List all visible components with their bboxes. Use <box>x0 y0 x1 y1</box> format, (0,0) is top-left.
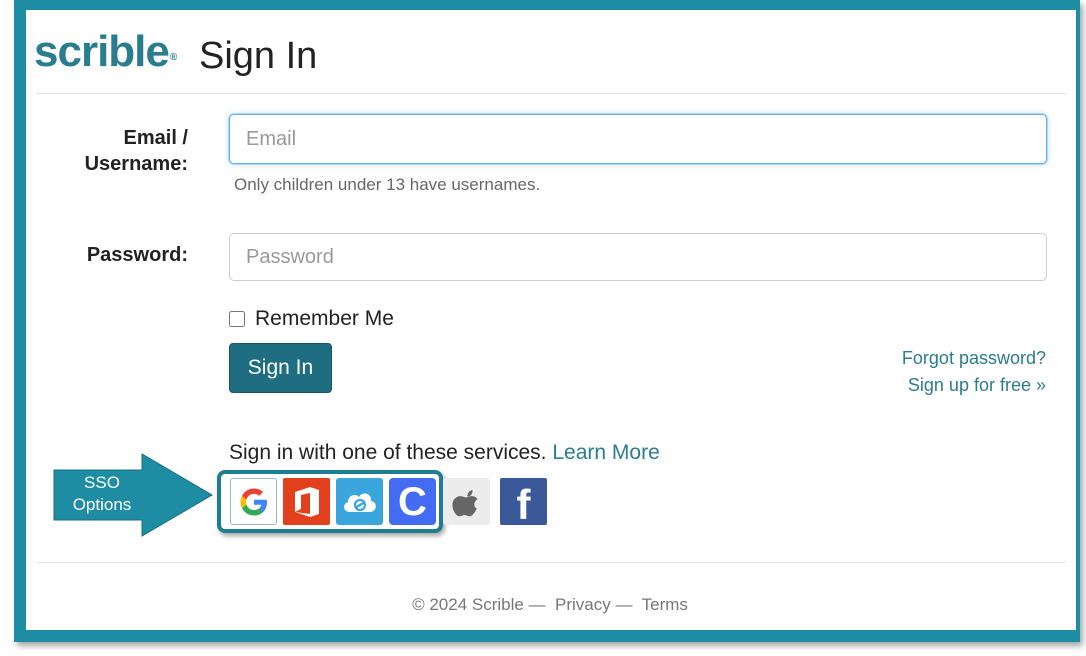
remember-me-checkbox[interactable] <box>229 311 245 327</box>
learn-more-link[interactable]: Learn More <box>552 441 659 464</box>
apple-sso-button[interactable] <box>443 478 490 525</box>
sso-callout-label: SSO Options <box>72 473 132 514</box>
page-title: Sign In <box>199 35 318 77</box>
password-input[interactable] <box>229 233 1047 281</box>
office365-sso-button[interactable] <box>283 478 330 525</box>
email-input[interactable] <box>229 114 1047 164</box>
classlink-cloud-icon <box>343 493 376 512</box>
terms-link[interactable]: Terms <box>642 595 688 614</box>
scrible-logo: scrible® <box>34 27 177 76</box>
email-label: Email / Username: <box>84 127 188 175</box>
remember-me-label: Remember Me <box>255 307 394 330</box>
account-links: Forgot password? Sign up for free » <box>902 345 1046 399</box>
classlink-sso-button[interactable] <box>336 478 383 525</box>
footer-divider <box>36 562 1066 563</box>
copyright-text: © 2024 Scrible <box>412 595 524 614</box>
remember-me[interactable]: Remember Me <box>229 307 394 331</box>
facebook-sso-button[interactable]: f <box>500 478 547 525</box>
clever-sso-button[interactable]: C <box>389 478 436 525</box>
apple-icon <box>451 489 479 516</box>
google-sso-button[interactable] <box>230 478 277 525</box>
clever-icon: C <box>398 479 427 524</box>
sso-prompt: Sign in with one of these services. Lear… <box>229 441 660 464</box>
google-icon <box>240 488 267 515</box>
office-icon <box>294 486 319 517</box>
privacy-link[interactable]: Privacy <box>555 595 611 614</box>
sign-in-button[interactable]: Sign In <box>229 343 332 393</box>
forgot-password-link[interactable]: Forgot password? <box>902 345 1046 372</box>
email-help-text: Only children under 13 have usernames. <box>234 175 541 194</box>
facebook-icon: f <box>516 480 531 528</box>
password-label: Password: <box>86 244 188 266</box>
header-divider <box>36 93 1066 94</box>
footer: © 2024 Scrible — Privacy — Terms <box>412 595 688 614</box>
sign-up-link[interactable]: Sign up for free » <box>902 372 1046 399</box>
